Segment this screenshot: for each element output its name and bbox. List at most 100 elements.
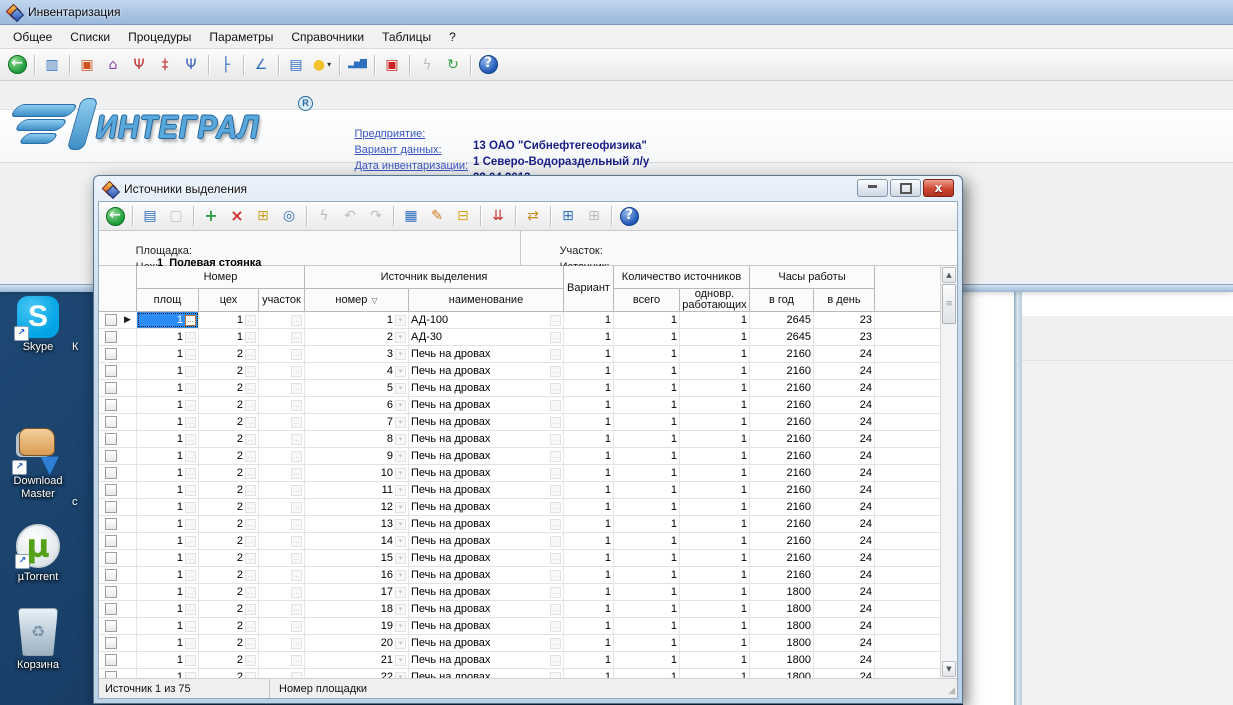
cell-plosh[interactable]: 1…	[137, 363, 199, 379]
cell-nomer[interactable]: 5▾	[305, 380, 409, 396]
cell-ellipsis-button[interactable]: …	[550, 519, 561, 530]
cell-nomer[interactable]: 1▾	[305, 312, 409, 328]
header-plosh[interactable]: площ	[137, 289, 199, 312]
header-ceh[interactable]: цех	[199, 289, 259, 312]
cell-simult[interactable]: 1	[680, 397, 750, 413]
menu-help[interactable]: ?	[440, 28, 465, 46]
cell-ellipsis-button[interactable]: …	[245, 366, 256, 377]
cell-dropdown-button[interactable]: ▾	[395, 604, 406, 615]
row-indicator-cell[interactable]	[99, 635, 137, 651]
row-indicator-cell[interactable]	[99, 414, 137, 430]
header-group-istochnik[interactable]: Источник выделения	[305, 266, 564, 289]
header-group-chasy[interactable]: Часы работы	[750, 266, 875, 289]
cell-dropdown-button[interactable]: ▾	[395, 417, 406, 428]
cell-plosh[interactable]: 1…	[137, 635, 199, 651]
cell-uchastok[interactable]: …	[259, 567, 305, 583]
cell-day[interactable]: 24	[814, 346, 875, 362]
row-checkbox[interactable]	[105, 671, 117, 678]
cell-simult[interactable]: 1	[680, 346, 750, 362]
back-button[interactable]: ←	[102, 204, 128, 228]
cell-total[interactable]: 1	[614, 567, 680, 583]
cell-dropdown-button[interactable]: ▾	[395, 638, 406, 649]
cell-ellipsis-button[interactable]: …	[550, 485, 561, 496]
cell-dropdown-button[interactable]: ▾	[395, 536, 406, 547]
header-uchastok[interactable]: участок	[259, 289, 305, 312]
cell-simult[interactable]: 1	[680, 533, 750, 549]
header-v-god[interactable]: в год	[750, 289, 814, 312]
cell-dropdown-button[interactable]: ▾	[395, 502, 406, 513]
row-checkbox[interactable]	[105, 586, 117, 598]
cell-ellipsis-button[interactable]: …	[550, 502, 561, 513]
row-indicator-cell[interactable]	[99, 380, 137, 396]
cell-day[interactable]: 23	[814, 329, 875, 345]
cell-total[interactable]: 1	[614, 652, 680, 668]
cell-simult[interactable]: 1	[680, 618, 750, 634]
dropdown-caret-icon[interactable]: ▾	[327, 60, 331, 69]
minimize-button[interactable]	[857, 179, 888, 197]
cell-ellipsis-button[interactable]: …	[291, 400, 302, 411]
cell-total[interactable]: 1	[614, 448, 680, 464]
bar-chart-button[interactable]: ▂▅▇	[344, 53, 370, 77]
cell-ceh[interactable]: 2…	[199, 635, 259, 651]
cell-name[interactable]: Печь на дровах…	[409, 482, 564, 498]
cell-nomer[interactable]: 2▾	[305, 329, 409, 345]
enterprise-button[interactable]: ⌂	[100, 53, 126, 77]
cell-name[interactable]: Печь на дровах…	[409, 533, 564, 549]
cell-day[interactable]: 24	[814, 550, 875, 566]
cell-variant[interactable]: 1	[564, 414, 614, 430]
maximize-button[interactable]	[890, 179, 921, 197]
cell-ceh[interactable]: 2…	[199, 346, 259, 362]
cell-uchastok[interactable]: …	[259, 635, 305, 651]
open-card-button[interactable]: ⊟	[450, 204, 476, 228]
cell-dropdown-button[interactable]: ▾	[395, 451, 406, 462]
cell-name[interactable]: Печь на дровах…	[409, 499, 564, 515]
row-checkbox[interactable]	[105, 331, 117, 343]
menu-parametry[interactable]: Параметры	[200, 28, 282, 46]
cell-uchastok[interactable]: …	[259, 363, 305, 379]
header-group-kolichestvo[interactable]: Количество источников	[614, 266, 750, 289]
cell-year[interactable]: 1800	[750, 618, 814, 634]
cell-ellipsis-button[interactable]: …	[245, 417, 256, 428]
cell-plosh[interactable]: 1…	[137, 482, 199, 498]
cell-ellipsis-button[interactable]: …	[245, 383, 256, 394]
cell-ellipsis-button[interactable]: …	[291, 332, 302, 343]
cell-nomer[interactable]: 13▾	[305, 516, 409, 532]
cell-ellipsis-button[interactable]: …	[291, 349, 302, 360]
cell-dropdown-button[interactable]: ▾	[395, 570, 406, 581]
cell-day[interactable]: 24	[814, 448, 875, 464]
sort-button[interactable]: ⇊	[485, 204, 511, 228]
cell-ellipsis-button[interactable]: …	[185, 434, 196, 445]
cell-ellipsis-button[interactable]: …	[185, 587, 196, 598]
scroll-down-button[interactable]: ▼	[942, 661, 956, 677]
row-indicator-cell[interactable]	[99, 431, 137, 447]
cell-simult[interactable]: 1	[680, 312, 750, 328]
row-checkbox[interactable]	[105, 382, 117, 394]
cell-ellipsis-button[interactable]: …	[550, 315, 561, 326]
row-indicator-cell[interactable]	[99, 363, 137, 379]
help-button[interactable]: ?	[475, 53, 501, 77]
cell-dropdown-button[interactable]: ▾	[395, 332, 406, 343]
cell-ellipsis-button[interactable]: …	[291, 383, 302, 394]
report-window-button[interactable]: ▥	[39, 53, 65, 77]
cell-plosh[interactable]: 1…	[137, 414, 199, 430]
cell-nomer[interactable]: 21▾	[305, 652, 409, 668]
row-checkbox[interactable]	[105, 518, 117, 530]
row-indicator-cell[interactable]	[99, 397, 137, 413]
cell-simult[interactable]: 1	[680, 482, 750, 498]
cell-dropdown-button[interactable]: ▾	[395, 383, 406, 394]
cell-nomer[interactable]: 18▾	[305, 601, 409, 617]
row-checkbox[interactable]	[105, 569, 117, 581]
cell-ellipsis-button[interactable]: …	[245, 434, 256, 445]
cell-total[interactable]: 1	[614, 550, 680, 566]
row-checkbox[interactable]	[105, 603, 117, 615]
cell-year[interactable]: 1800	[750, 652, 814, 668]
cell-uchastok[interactable]: …	[259, 516, 305, 532]
cell-variant[interactable]: 1	[564, 652, 614, 668]
cell-simult[interactable]: 1	[680, 414, 750, 430]
cell-ceh[interactable]: 2…	[199, 584, 259, 600]
cell-nomer[interactable]: 10▾	[305, 465, 409, 481]
cell-year[interactable]: 2160	[750, 516, 814, 532]
cell-ceh[interactable]: 2…	[199, 567, 259, 583]
cell-simult[interactable]: 1	[680, 465, 750, 481]
cell-ellipsis-button[interactable]: …	[550, 383, 561, 394]
